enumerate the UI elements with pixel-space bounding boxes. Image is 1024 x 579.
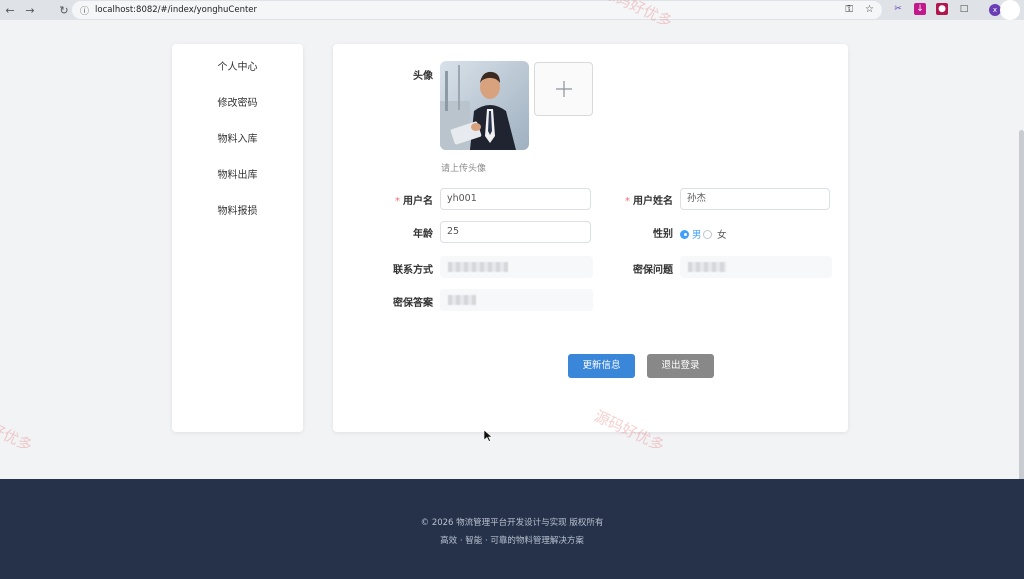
realname-input[interactable]: 孙杰	[680, 188, 830, 210]
redacted-value	[448, 262, 508, 272]
extensions-puzzle-icon[interactable]: □	[958, 3, 970, 15]
age-label: 年龄	[413, 229, 433, 240]
footer-tagline: 高效 · 智能 · 可靠的物料管理解决方案	[440, 536, 584, 546]
forward-icon[interactable]: →	[20, 0, 40, 20]
back-icon[interactable]: ←	[0, 0, 20, 20]
sidebar-item-material-loss[interactable]: 物料报损	[172, 206, 303, 242]
page-footer: © 2026 物流管理平台开发设计与实现 版权所有 高效 · 智能 · 可靠的物…	[0, 479, 1024, 579]
required-mark: *	[395, 196, 400, 207]
mouse-cursor-icon	[484, 430, 492, 442]
radio-unchecked-icon	[703, 229, 712, 239]
profile-form-panel: 头像 请上传头像 * 用户名 yh001 * 用户姓名 孙杰 年龄 25 性别 …	[333, 44, 848, 432]
gender-female-radio[interactable]: 女	[703, 227, 727, 241]
address-bar[interactable]: ⓘ localhost:8082/#/index/yonghuCenter ⚿ …	[72, 1, 882, 19]
bookmark-star-icon[interactable]: ☆	[865, 4, 874, 15]
sidebar-item-material-outbound[interactable]: 物料出库	[172, 170, 303, 206]
download-extension-icon[interactable]: ↓	[914, 3, 926, 15]
realname-label: * 用户姓名	[625, 196, 673, 207]
watermark: 源码好优多	[0, 406, 36, 455]
logout-button[interactable]: 退出登录	[647, 354, 714, 378]
avatar-hint: 请上传头像	[441, 164, 487, 174]
contact-label: 联系方式	[393, 265, 433, 276]
username-input[interactable]: yh001	[440, 188, 591, 210]
sidebar-item-personal-center[interactable]: 个人中心	[172, 62, 303, 98]
sidebar-item-material-inbound[interactable]: 物料入库	[172, 134, 303, 170]
avatar-upload-button[interactable]	[534, 62, 593, 116]
avatar-image	[440, 61, 529, 150]
security-answer-input[interactable]	[440, 289, 593, 311]
password-key-icon[interactable]: ⚿	[845, 4, 853, 15]
scissors-extension-icon[interactable]: ✂	[892, 3, 904, 15]
url-text: localhost:8082/#/index/yonghuCenter	[95, 5, 258, 15]
security-question-input[interactable]	[680, 256, 832, 278]
plus-icon	[555, 81, 572, 97]
gender-label: 性别	[653, 229, 673, 240]
username-label: * 用户名	[395, 196, 433, 207]
update-info-button[interactable]: 更新信息	[568, 354, 635, 378]
security-question-label: 密保问题	[633, 265, 673, 276]
gender-male-radio[interactable]: 男	[680, 227, 702, 241]
reload-icon[interactable]: ↻	[54, 0, 74, 20]
page-scrollbar[interactable]	[1019, 130, 1024, 500]
browser-toolbar: ← → ↻ ⓘ localhost:8082/#/index/yonghuCen…	[0, 0, 1024, 20]
footer-copyright: © 2026 物流管理平台开发设计与实现 版权所有	[420, 518, 604, 528]
age-input[interactable]: 25	[440, 221, 591, 243]
contact-input[interactable]	[440, 256, 593, 278]
sidebar-menu: 个人中心 修改密码 物料入库 物料出库 物料报损	[172, 44, 303, 432]
sidebar-item-change-password[interactable]: 修改密码	[172, 98, 303, 134]
required-mark: *	[625, 196, 630, 207]
redacted-value	[688, 262, 726, 272]
avatar-label: 头像	[413, 71, 433, 82]
user-extension-icon[interactable]: ●	[936, 3, 948, 15]
security-answer-label: 密保答案	[393, 298, 433, 309]
browser-menu-button[interactable]	[1000, 0, 1020, 20]
redacted-value	[448, 295, 476, 305]
radio-checked-icon	[680, 229, 689, 239]
site-info-icon[interactable]: ⓘ	[80, 4, 89, 17]
